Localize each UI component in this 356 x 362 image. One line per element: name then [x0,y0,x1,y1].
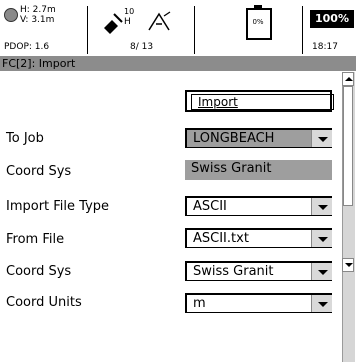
coord-units-value: m [193,296,206,311]
to-job-dropdown[interactable]: LONGBEACH [185,128,332,148]
status-divider [194,6,195,54]
from-file-dropdown[interactable]: ASCII.txt [185,228,332,248]
to-job-value: LONGBEACH [193,131,275,146]
satellite-icon [104,13,123,34]
from-file-label: From File [6,232,65,247]
from-file-value: ASCII.txt [193,231,249,246]
pdop: PDOP: 1.6 [4,42,50,52]
import-file-type-value: ASCII [193,199,227,214]
scroll-down-icon[interactable] [342,258,354,272]
import-button[interactable]: Import [185,90,334,112]
power-percent: 100% [310,10,354,28]
scrollbar-thumb[interactable] [343,86,353,206]
coord-sys-label-2: Coord Sys [6,264,72,279]
import-button-label: Import [191,94,334,110]
coord-sys-value: Swiss Granit [191,161,272,176]
chevron-down-icon[interactable] [311,130,332,147]
clock: 18:17 [312,42,338,52]
chevron-down-icon[interactable] [311,230,332,247]
coord-sys-field: Swiss Granit [185,160,332,180]
radio-link-icon [148,11,171,31]
coord-units-label: Coord Units [6,295,82,310]
gps-satellite-icon [4,8,18,22]
page-title: FC[2]: Import [0,56,356,71]
sats-top: 10 [124,7,135,16]
coord-units-dropdown[interactable]: m [185,293,332,313]
chevron-down-icon[interactable] [311,295,332,312]
coord-sys-dropdown[interactable]: Swiss Granit [185,261,332,281]
battery-percent: 0% [252,18,264,26]
import-file-type-label: Import File Type [6,199,110,214]
coord-sys-label: Coord Sys [6,164,72,179]
to-job-label: To Job [6,131,44,146]
status-bar: H: 2.7m V: 3.1m PDOP: 1.6 10 H 8/ 13 0% … [0,0,356,56]
status-divider [87,6,88,54]
scroll-up-icon[interactable] [342,72,354,86]
coord-sys-value-2: Swiss Granit [193,264,274,279]
sats-count: 8/ 13 [130,42,154,52]
status-divider [302,6,303,54]
sats-h: H [124,17,131,27]
import-file-type-dropdown[interactable]: ASCII [185,196,332,216]
chevron-down-icon[interactable] [311,263,332,280]
chevron-down-icon[interactable] [311,198,332,215]
v-precision: V: 3.1m [20,15,55,25]
